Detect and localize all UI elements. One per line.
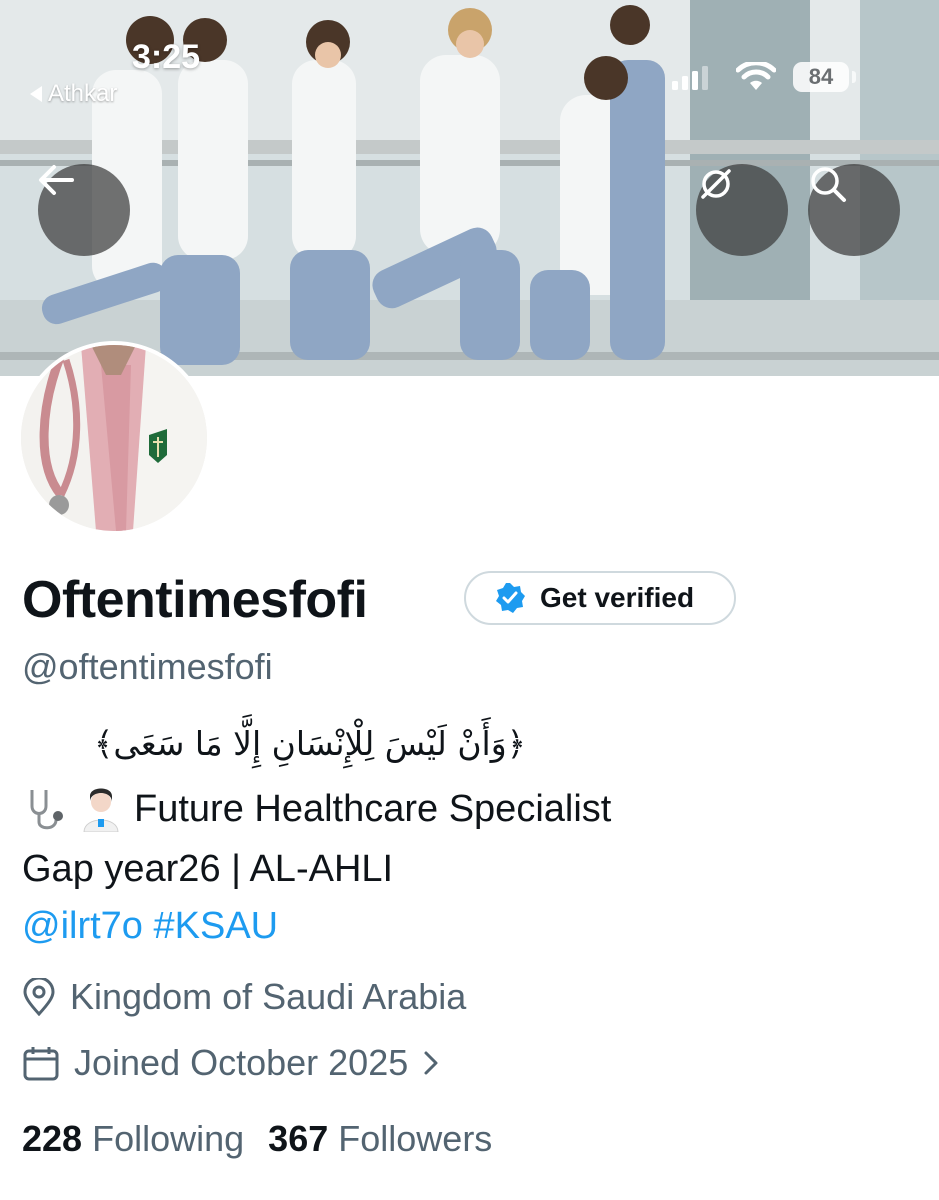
profile-avatar[interactable] bbox=[17, 341, 211, 535]
bio-occupation-text: Future Healthcare Specialist bbox=[134, 787, 612, 830]
status-time: 3:25 bbox=[132, 38, 201, 76]
bio-mention-link[interactable]: @ilrt7o bbox=[22, 905, 143, 947]
bio-arabic-verse: ﴿وَأَنْ لَيْسَ لِلْإِنْسَانِ إِلَّا مَا … bbox=[94, 724, 526, 763]
get-verified-label: Get verified bbox=[540, 582, 695, 613]
back-triangle-icon bbox=[30, 86, 42, 102]
grok-icon bbox=[701, 169, 731, 199]
profile-location: Kingdom of Saudi Arabia bbox=[22, 976, 466, 1018]
joined-text: Joined October 2025 bbox=[74, 1042, 409, 1083]
bio-line-occupation: Future Healthcare Specialist bbox=[22, 786, 611, 832]
get-verified-button[interactable]: Get verified bbox=[464, 571, 736, 625]
profile-joined-date[interactable]: Joined October 2025 bbox=[22, 1042, 440, 1084]
following-label: Following bbox=[92, 1118, 245, 1159]
search-button[interactable] bbox=[808, 164, 900, 256]
avatar-image bbox=[21, 345, 207, 531]
battery-tip bbox=[852, 71, 856, 83]
back-app-label: Athkar bbox=[48, 80, 118, 107]
display-name: Oftentimesfofi bbox=[22, 571, 368, 629]
follow-stats: 228 Following 367 Followers bbox=[22, 1118, 492, 1160]
bio-line-gap-year: Gap year26 | AL-AHLI bbox=[22, 848, 394, 890]
stethoscope-emoji-icon bbox=[30, 790, 63, 830]
followers-label: Followers bbox=[338, 1118, 493, 1159]
following-count: 228 bbox=[22, 1118, 83, 1159]
grok-button[interactable] bbox=[696, 164, 788, 256]
health-worker-emoji-icon bbox=[83, 788, 119, 832]
calendar-icon bbox=[23, 1047, 59, 1081]
battery-indicator: 84 bbox=[793, 62, 849, 92]
followers-stat[interactable]: 367 Followers bbox=[268, 1118, 492, 1160]
search-icon bbox=[811, 167, 846, 202]
profile-banner[interactable]: 3:25 Athkar 84 bbox=[0, 0, 939, 376]
back-to-app-link[interactable]: Athkar bbox=[30, 80, 117, 108]
following-stat[interactable]: 228 Following bbox=[22, 1118, 244, 1160]
chevron-right-icon bbox=[424, 1051, 438, 1075]
back-button[interactable] bbox=[38, 164, 130, 256]
arrow-left-icon bbox=[39, 165, 74, 195]
bio-hashtag-link[interactable]: #KSAU bbox=[154, 905, 279, 947]
followers-count: 367 bbox=[268, 1118, 329, 1159]
verified-badge-icon bbox=[496, 583, 525, 613]
location-text: Kingdom of Saudi Arabia bbox=[70, 976, 467, 1017]
bio-links-line: @ilrt7o #KSAU bbox=[22, 905, 278, 948]
cellular-signal-icon bbox=[672, 66, 708, 90]
location-pin-icon bbox=[23, 978, 55, 1016]
user-handle: @oftentimesfofi bbox=[22, 646, 273, 687]
wifi-icon bbox=[736, 62, 776, 90]
